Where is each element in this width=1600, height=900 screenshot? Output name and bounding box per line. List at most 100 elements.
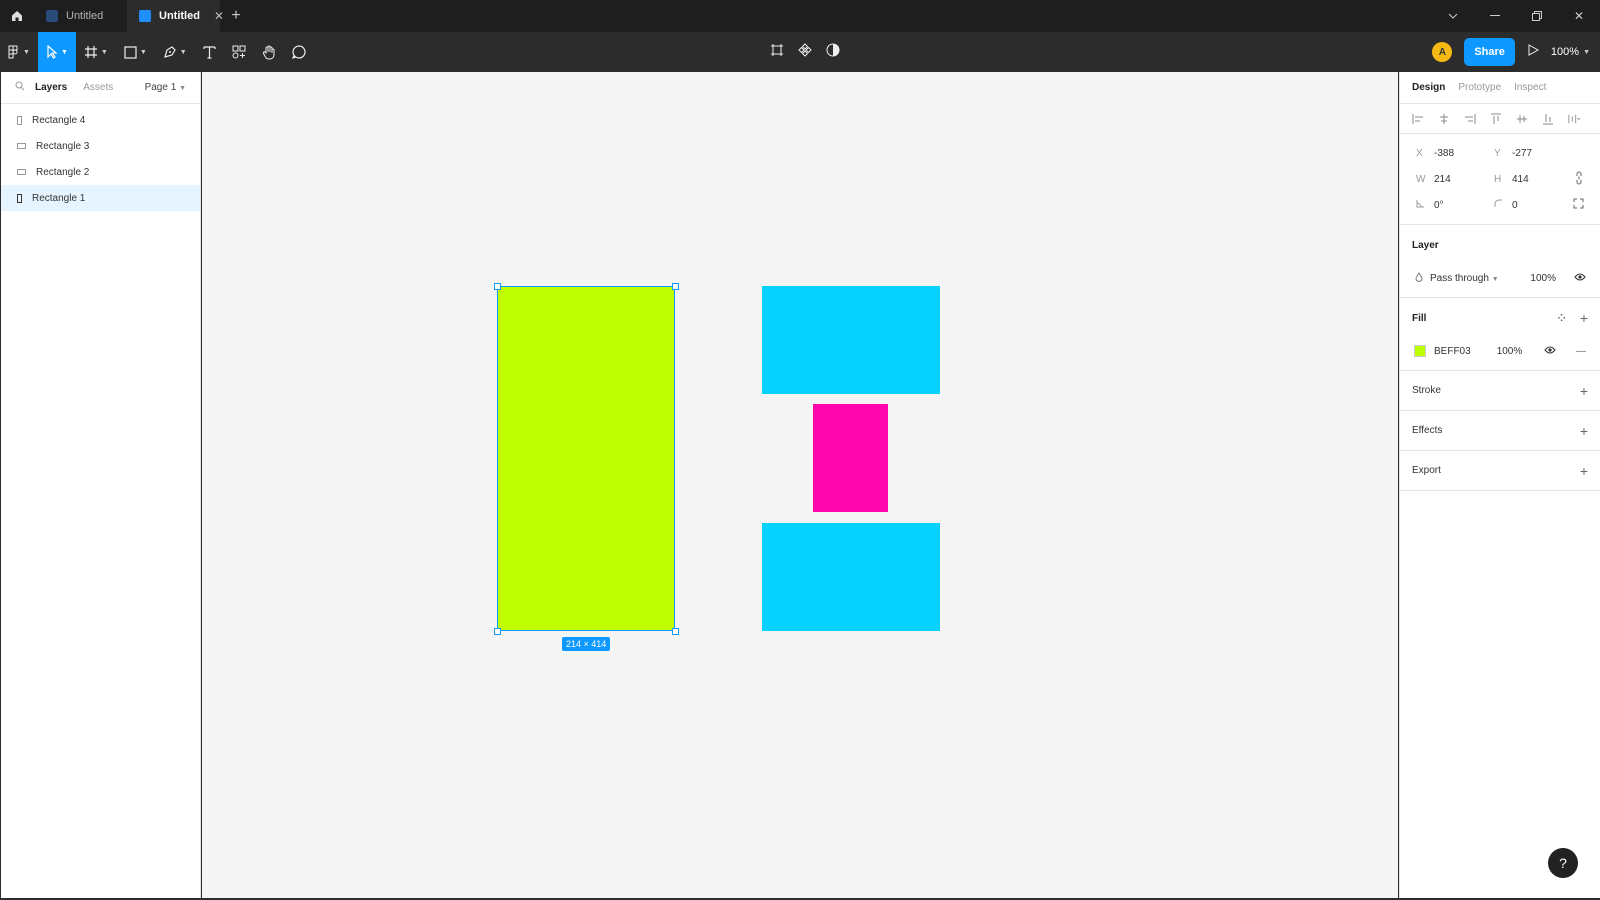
tab-untitled-1[interactable]: Untitled [34,0,127,32]
layer-item-selected[interactable]: Rectangle 1 [1,185,200,211]
chevron-down-icon: ▼ [179,48,187,56]
add-fill-icon[interactable]: + [1580,310,1588,326]
new-tab-button[interactable]: + [220,0,252,32]
minimize-button[interactable] [1474,0,1516,32]
fill-color-swatch[interactable] [1414,345,1426,357]
x-input[interactable]: -388 [1434,148,1454,159]
constrain-proportions-icon[interactable] [1574,171,1584,188]
shape-tool[interactable]: ▼ [116,32,155,72]
tab-design[interactable]: Design [1412,82,1445,93]
resources-tool[interactable] [224,32,254,72]
blend-mode-dropdown[interactable]: Pass through ▼ [1430,273,1499,284]
rectangle-4[interactable] [762,523,940,631]
tab-label: Untitled [66,10,104,22]
align-top-icon[interactable] [1490,113,1502,125]
rotation-input[interactable]: 0° [1434,200,1444,211]
remove-fill-icon[interactable]: — [1576,346,1586,357]
layer-item[interactable]: Rectangle 2 [1,159,200,185]
frame-icon [84,46,97,58]
play-icon[interactable] [1527,43,1539,61]
eye-icon[interactable] [1574,273,1586,284]
distribute-icon[interactable] [1568,113,1580,125]
chevron-down-icon: ▼ [139,48,147,56]
tab-assets[interactable]: Assets [83,82,113,93]
title-bar: Untitled Untitled ✕ + ✕ [0,0,1600,32]
help-button[interactable]: ? [1548,848,1578,878]
selection-box [497,286,675,631]
close-window-button[interactable]: ✕ [1558,0,1600,32]
move-tool[interactable]: ▼ [37,32,76,72]
toolbar: ▼ ▼ ▼ ▼ ▼ A Share 100% ▼ [0,32,1600,72]
alignment-tools [1400,104,1600,134]
independent-corners-icon[interactable] [1573,198,1584,212]
figma-logo-icon [8,45,18,59]
tab-inspect[interactable]: Inspect [1514,82,1546,93]
tab-prototype[interactable]: Prototype [1458,82,1501,93]
rectangle-3[interactable] [813,404,888,512]
align-bottom-icon[interactable] [1542,113,1554,125]
avatar[interactable]: A [1432,42,1453,62]
rectangle-icon [17,115,22,125]
height-input[interactable]: 414 [1512,174,1529,185]
align-left-icon[interactable] [1412,113,1424,125]
chevron-down-icon[interactable] [1432,0,1474,32]
eye-icon[interactable] [1544,346,1556,357]
style-grid-icon[interactable]: ⁘ [1557,313,1565,324]
width-input[interactable]: 214 [1434,174,1451,185]
chevron-down-icon: ▼ [1491,275,1499,283]
add-stroke-icon[interactable]: + [1580,383,1588,399]
align-center-v-icon[interactable] [1516,113,1528,125]
text-tool[interactable] [195,32,224,72]
tab-label: Untitled [159,10,200,22]
y-input[interactable]: -277 [1512,148,1532,159]
crop-icon[interactable] [770,43,784,62]
tab-layers[interactable]: Layers [35,82,67,93]
resize-handle[interactable] [494,628,501,635]
page-selector[interactable]: Page 1 ▼ [145,82,186,93]
layer-opacity-input[interactable]: 100% [1530,273,1556,284]
restore-button[interactable] [1516,0,1558,32]
component-icon[interactable] [798,42,812,62]
size-badge: 214 × 414 [562,637,611,651]
align-right-icon[interactable] [1464,113,1476,125]
radius-input[interactable]: 0 [1512,200,1518,211]
x-label: X [1416,147,1423,159]
add-export-icon[interactable]: + [1580,463,1588,479]
chevron-down-icon: ▼ [1583,48,1590,56]
layer-item[interactable]: Rectangle 4 [1,107,200,133]
export-section: Export + [1400,451,1600,491]
rectangle-2[interactable] [762,286,940,394]
fill-hex-input[interactable]: BEFF03 [1434,346,1471,357]
y-label: Y [1494,147,1501,159]
tab-untitled-2[interactable]: Untitled ✕ [127,0,224,32]
design-panel: Design Prototype Inspect X -388 Y -277 W 21… [1399,72,1600,898]
hand-tool[interactable] [254,32,284,72]
rectangle-icon [17,169,26,175]
comment-tool[interactable] [284,32,314,72]
cursor-icon [47,45,58,59]
canvas[interactable]: 214 × 414 [202,72,1398,898]
resize-handle[interactable] [672,628,679,635]
file-icon [139,10,151,22]
add-effect-icon[interactable]: + [1580,423,1588,439]
mask-icon[interactable] [826,43,840,62]
resize-handle[interactable] [672,283,679,290]
fill-opacity-input[interactable]: 100% [1497,346,1523,357]
pen-tool[interactable]: ▼ [155,32,195,72]
chevron-down-icon: ▼ [179,85,186,92]
frame-tool[interactable]: ▼ [76,32,116,72]
page-label: Page 1 [144,82,177,93]
effects-section: Effects + [1400,411,1600,451]
file-icon [46,10,58,22]
stroke-section: Stroke + [1400,371,1600,411]
layer-item[interactable]: Rectangle 3 [1,133,200,159]
components-icon [232,45,246,59]
pen-icon [163,46,176,58]
main-menu-button[interactable]: ▼ [0,32,38,72]
share-button[interactable]: Share [1464,38,1515,66]
resize-handle[interactable] [494,283,501,290]
home-button[interactable] [0,0,34,32]
search-icon[interactable] [15,81,25,94]
align-center-h-icon[interactable] [1438,113,1450,125]
zoom-dropdown[interactable]: 100% ▼ [1551,46,1590,58]
